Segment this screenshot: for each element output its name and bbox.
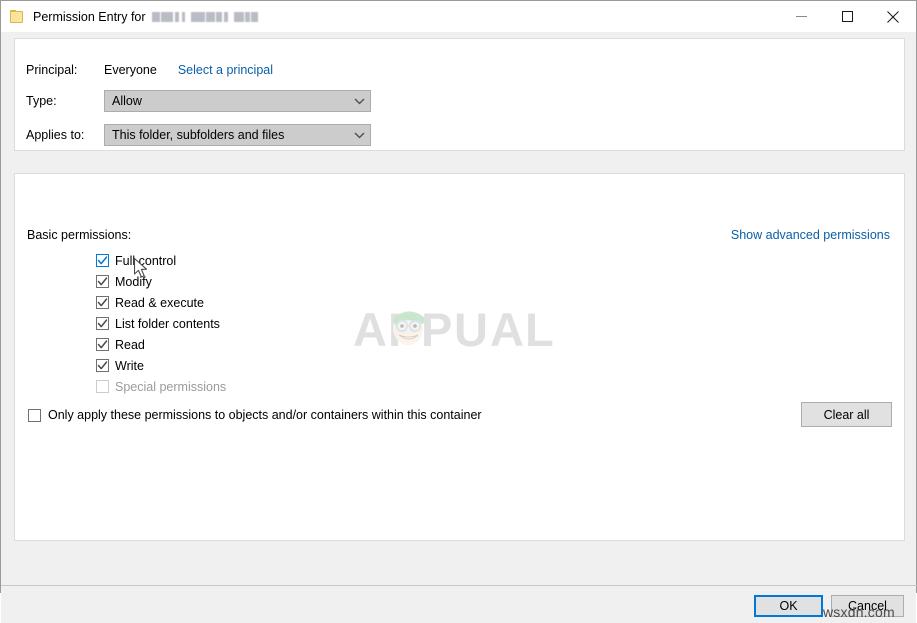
cropped-caption xyxy=(28,589,32,592)
permission-label: Read & execute xyxy=(115,295,204,310)
permission-row: Special permissions xyxy=(96,376,226,397)
permission-checkbox[interactable] xyxy=(96,317,109,330)
principal-value: Everyone xyxy=(104,63,157,77)
basic-permissions-list: Full control Modify Read & execute List fol… xyxy=(96,250,226,397)
minimize-button[interactable] xyxy=(778,1,824,32)
ok-button[interactable]: OK xyxy=(754,595,823,617)
type-label: Type: xyxy=(26,94,57,108)
clear-all-button-label: Clear all xyxy=(823,407,870,422)
title-bar: Permission Entry for xyxy=(1,1,916,32)
permission-row[interactable]: Read & execute xyxy=(96,292,226,313)
applies-to-dropdown[interactable]: This folder, subfolders and files xyxy=(104,124,371,146)
show-advanced-permissions-link[interactable]: Show advanced permissions xyxy=(731,228,890,242)
permission-checkbox[interactable] xyxy=(96,338,109,351)
permission-row[interactable]: Modify xyxy=(96,271,226,292)
cancel-button-label: Cancel xyxy=(848,599,887,613)
permission-checkbox xyxy=(96,380,109,393)
close-button[interactable] xyxy=(870,1,916,32)
cancel-button[interactable]: Cancel xyxy=(831,595,904,617)
window-title-text: Permission Entry for xyxy=(33,9,146,24)
permission-row[interactable]: Write xyxy=(96,355,226,376)
permission-label: Full control xyxy=(115,253,177,268)
permission-entry-dialog: Permission Entry for Principal: Everyone… xyxy=(0,0,917,623)
maximize-button[interactable] xyxy=(824,1,870,32)
ok-button-label: OK xyxy=(779,599,798,613)
permission-label: Modify xyxy=(115,274,152,289)
dialog-client-area: Principal: Everyone Select a principal T… xyxy=(1,32,917,623)
principal-label: Principal: xyxy=(26,63,78,77)
type-dropdown[interactable]: Allow xyxy=(104,90,371,112)
chevron-down-icon xyxy=(348,98,370,105)
permission-checkbox[interactable] xyxy=(96,254,109,267)
permission-label: Special permissions xyxy=(115,379,227,394)
permission-label: Write xyxy=(115,358,144,373)
window-title: Permission Entry for xyxy=(33,10,258,24)
applies-to-dropdown-value: This folder, subfolders and files xyxy=(112,128,285,142)
principal-row: Principal: Everyone Select a principal xyxy=(26,60,273,80)
title-bar-left: Permission Entry for xyxy=(1,10,778,24)
folder-icon xyxy=(10,10,25,23)
permissions-panel: Basic permissions: Show advanced permiss… xyxy=(14,173,905,541)
basic-permissions-label: Basic permissions: xyxy=(27,228,132,242)
permission-row[interactable]: Full control xyxy=(96,250,226,271)
permission-checkbox[interactable] xyxy=(96,296,109,309)
permission-row[interactable]: List folder contents xyxy=(96,313,226,334)
redacted-path xyxy=(151,11,258,23)
only-apply-checkbox-row[interactable]: Only apply these permissions to objects … xyxy=(28,408,482,422)
only-apply-checkbox[interactable] xyxy=(28,408,41,422)
permission-row[interactable]: Read xyxy=(96,334,226,355)
clear-all-button[interactable]: Clear all xyxy=(801,402,892,427)
only-apply-label: Only apply these permissions to objects … xyxy=(48,408,482,422)
applies-to-row: Applies to: This folder, subfolders and … xyxy=(26,124,371,146)
window-controls xyxy=(778,1,916,32)
permission-checkbox[interactable] xyxy=(96,275,109,288)
chevron-down-icon xyxy=(348,132,370,139)
select-principal-link[interactable]: Select a principal xyxy=(178,63,273,77)
page-bottom-cropped-text xyxy=(0,589,917,593)
principal-panel: Principal: Everyone Select a principal T… xyxy=(14,38,905,151)
type-row: Type: Allow xyxy=(26,90,371,112)
permission-label: List folder contents xyxy=(115,316,220,331)
permission-label: Read xyxy=(115,337,145,352)
type-dropdown-value: Allow xyxy=(112,94,142,108)
applies-to-label: Applies to: xyxy=(26,128,85,142)
permission-checkbox[interactable] xyxy=(96,359,109,372)
